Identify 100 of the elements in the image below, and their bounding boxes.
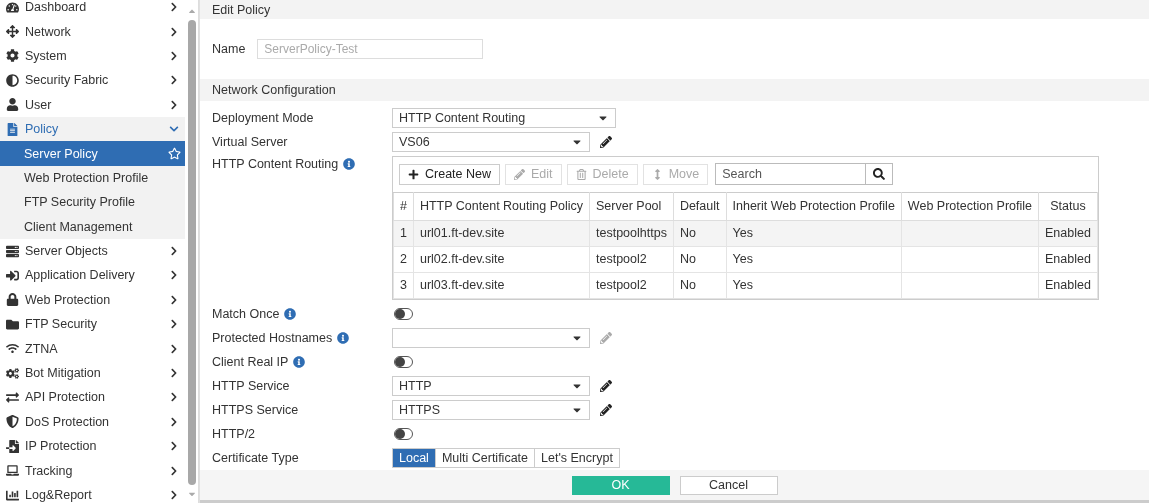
table-cell: 2 [393, 246, 414, 273]
column-header: Default [673, 192, 726, 221]
chevron-right-icon [169, 2, 179, 13]
toggle-switch[interactable] [394, 308, 413, 320]
chevron-right-icon [169, 26, 179, 37]
exchange-arrows-icon [5, 390, 19, 404]
nav-item[interactable]: DoS Protection [0, 409, 185, 435]
chevron-right-icon [169, 246, 179, 257]
column-header: # [393, 192, 414, 221]
nav-item[interactable]: Web Protection [0, 287, 185, 313]
table-cell: Yes [726, 220, 902, 247]
nav-subitem[interactable]: Client Management [0, 214, 185, 239]
column-header: HTTP Content Routing Policy [413, 192, 590, 221]
nav-item[interactable]: Log&Report [0, 482, 185, 503]
nav-item[interactable]: IP Protection [0, 434, 185, 459]
chevron-right-icon [169, 294, 179, 305]
wifi-icon [5, 342, 19, 356]
file-import-icon [5, 439, 19, 453]
chevron-right-icon [169, 392, 179, 403]
column-header: Server Pool [589, 192, 674, 221]
table-cell: 3 [393, 272, 414, 299]
table-cell: testpoolhttps [589, 220, 674, 247]
field-label: Match Once [212, 307, 280, 321]
dropdown-field[interactable]: VS06 [392, 131, 590, 152]
nav-item[interactable]: API Protection [0, 385, 185, 410]
folder-icon [5, 317, 19, 331]
nav-item[interactable]: Network [0, 19, 185, 44]
table-cell: url01.ft-dev.site [413, 220, 590, 247]
field-label: HTTP Service [212, 379, 290, 393]
move-arrows-icon [5, 25, 19, 39]
nav-item[interactable]: ZTNA [0, 336, 185, 361]
section-title: Network Configuration [212, 83, 336, 98]
search-button[interactable] [865, 163, 894, 186]
shield-icon [5, 415, 19, 429]
server-icon [5, 244, 19, 258]
table-cell: 1 [393, 220, 414, 247]
pencil-icon [514, 168, 525, 180]
nav-item[interactable]: Server Objects [0, 238, 185, 264]
table-cell: Yes [726, 272, 902, 299]
nav-subitem[interactable]: Server Policy [0, 141, 185, 166]
bar-chart-icon [5, 488, 19, 502]
field-label: HTTP/2 [212, 427, 256, 441]
page-title: Edit Policy [212, 2, 271, 17]
pencil-icon[interactable] [600, 404, 612, 416]
table-cell: url02.ft-dev.site [413, 246, 590, 273]
dropdown-field[interactable]: HTTP Content Routing [392, 107, 616, 128]
dropdown-field[interactable]: HTTPS [392, 400, 590, 420]
gear-icon [5, 49, 19, 63]
pencil-icon[interactable] [600, 135, 612, 148]
plus-icon [408, 168, 419, 180]
search-field[interactable]: Search [715, 163, 866, 186]
field-label: Deployment Mode [212, 110, 314, 125]
chevron-right-icon [169, 465, 179, 476]
toolbar-button[interactable]: Create New [399, 163, 500, 185]
nav-item[interactable]: Application Delivery [0, 263, 185, 288]
document-icon [5, 122, 19, 136]
chevron-right-icon [169, 75, 179, 86]
field-label: Protected Hostnames [212, 331, 333, 345]
laptop-icon [5, 464, 19, 478]
segment-option[interactable]: Local [393, 449, 435, 467]
gauge-icon [5, 0, 19, 14]
nav-item[interactable]: Dashboard [0, 0, 185, 20]
nav-item[interactable]: Security Fabric [0, 68, 185, 93]
dropdown-field[interactable]: HTTP [392, 376, 590, 396]
chevron-right-icon [169, 441, 179, 452]
star-icon[interactable] [168, 147, 181, 161]
column-header: Status [1038, 192, 1098, 221]
column-header: Inherit Web Protection Profile [726, 192, 902, 221]
nav-item[interactable]: User [0, 92, 185, 117]
toggle-switch[interactable] [394, 428, 413, 440]
nav-subitem[interactable]: FTP Security Profile [0, 190, 185, 215]
user-icon [5, 98, 19, 112]
chevron-right-icon [169, 490, 179, 500]
chevron-right-icon [169, 319, 179, 330]
toggle-switch[interactable] [394, 356, 413, 368]
lock-icon [5, 293, 19, 307]
chevron-right-icon [169, 270, 179, 281]
table-cell: testpool2 [589, 246, 674, 273]
nav-subitem[interactable]: Web Protection Profile [0, 165, 185, 191]
chevron-right-icon [169, 50, 179, 61]
dropdown-field[interactable] [392, 328, 590, 348]
field-label: Virtual Server [212, 134, 288, 149]
field-label: Name [212, 41, 246, 56]
pencil-icon[interactable] [600, 380, 612, 392]
chevron-right-icon [169, 416, 179, 427]
table-cell: Yes [726, 246, 902, 273]
chevron-right-icon [169, 343, 179, 354]
cancel-button[interactable]: Cancel [679, 475, 778, 495]
nav-item[interactable]: Bot Mitigation [0, 360, 185, 386]
sign-in-icon [5, 269, 19, 282]
nav-item[interactable]: FTP Security [0, 312, 185, 337]
gears-icon [5, 366, 19, 380]
column-header: Web Protection Profile [901, 192, 1039, 221]
nav-item[interactable]: Policy [0, 116, 185, 142]
nav-item[interactable]: Tracking [0, 458, 185, 483]
nav-item[interactable]: System [0, 43, 185, 69]
table-cell: testpool2 [589, 272, 674, 299]
field-label: Certificate Type [212, 451, 299, 465]
table-cell: url03.ft-dev.site [413, 272, 590, 299]
field-label: Client Real IP [212, 355, 289, 369]
